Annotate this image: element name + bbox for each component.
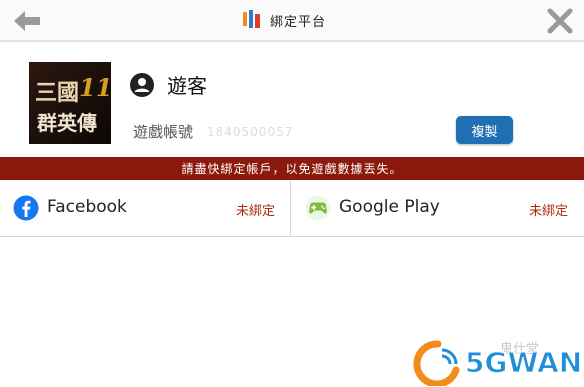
facebook-icon <box>13 195 39 221</box>
gamepad-icon <box>305 195 331 221</box>
svg-text:11: 11 <box>79 73 111 102</box>
header-title-group: 綁定平台 <box>242 7 326 33</box>
platform-name-google-play: Google Play <box>339 197 440 217</box>
facebook-status: 未綁定 <box>236 204 276 219</box>
page-title: 綁定平台 <box>270 14 327 30</box>
top-bar: 綁定平台 <box>0 0 584 42</box>
close-x-icon[interactable] <box>546 7 574 35</box>
google-play-bind-option[interactable]: Google Play 未綁定 <box>291 181 584 236</box>
user-row: 遊客 <box>129 70 207 99</box>
username: 遊客 <box>167 74 207 98</box>
watermark-logo-icon <box>413 340 460 386</box>
game-avatar: 三國 11 群英傳 <box>29 62 111 144</box>
google-play-status: 未綁定 <box>529 204 569 219</box>
user-circle-icon <box>130 72 154 97</box>
arrow-left-icon[interactable] <box>12 8 42 34</box>
profile-section: 三國 11 群英傳 遊客 遊戲帳號 1840500057 複製 <box>0 42 584 156</box>
svg-text:三國: 三國 <box>35 80 79 106</box>
account-id: 1840500057 <box>207 124 294 139</box>
warning-banner: 請盡快綁定帳戶，以免遊戲數據丟失。 <box>0 157 584 180</box>
facebook-bind-option[interactable]: Facebook 未綁定 <box>0 181 291 236</box>
platform-name-facebook: Facebook <box>47 197 127 217</box>
account-label: 遊戲帳號 <box>133 123 194 141</box>
svg-text:群英傳: 群英傳 <box>36 111 97 135</box>
app-logo-icon <box>243 10 260 28</box>
game-logo-image: 三國 11 群英傳 <box>29 62 111 144</box>
watermark-brand: 5GWAN <box>464 346 583 380</box>
account-row: 遊戲帳號 1840500057 <box>133 121 293 142</box>
platform-bind-row: Facebook 未綁定 Google Play 未綁定 <box>0 181 584 237</box>
copy-button[interactable]: 複製 <box>456 116 513 144</box>
